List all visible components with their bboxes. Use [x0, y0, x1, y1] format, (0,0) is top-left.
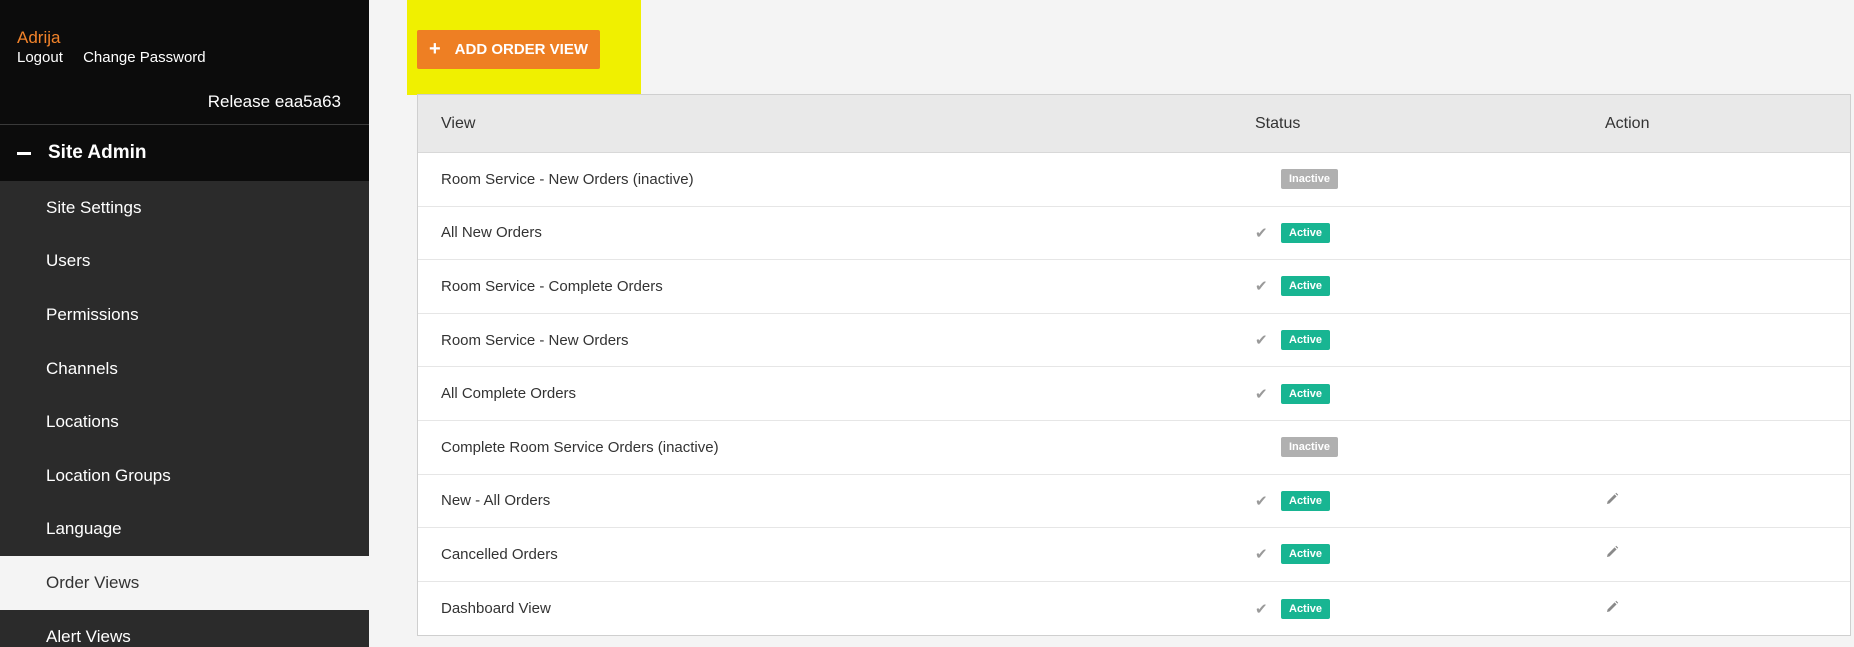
- check-icon: ✔: [1255, 600, 1268, 618]
- status-badge: Active: [1281, 383, 1331, 404]
- sidebar-item-label: Site Settings: [46, 197, 142, 217]
- header-action: Action: [1605, 114, 1650, 132]
- sidebar-item-channels[interactable]: Channels: [0, 341, 369, 396]
- table-row[interactable]: Complete Room Service Orders (inactive) I…: [418, 421, 1850, 475]
- site-admin-section-header[interactable]: Site Admin: [0, 125, 369, 181]
- user-links: Logout Change Password: [17, 49, 222, 66]
- table-row[interactable]: Cancelled Orders ✔ Active: [418, 528, 1850, 582]
- row-status: ✔ Active: [1255, 222, 1605, 243]
- minus-icon: [17, 151, 31, 155]
- check-icon: ✔: [1255, 332, 1268, 350]
- sidebar-nav: Site Settings Users Permissions Channels Loc…: [0, 181, 369, 647]
- status-badge: Inactive: [1281, 437, 1338, 458]
- sidebar-item-order-views[interactable]: Order Views: [0, 556, 369, 610]
- sidebar-item-label: Users: [46, 251, 91, 271]
- status-badge: Inactive: [1281, 169, 1338, 190]
- check-icon: ✔: [1255, 546, 1268, 564]
- row-status: Inactive: [1255, 169, 1605, 190]
- check-icon: ✔: [1255, 385, 1268, 403]
- row-status: ✔ Active: [1255, 544, 1605, 565]
- status-badge: Active: [1281, 598, 1331, 619]
- add-order-view-label: ADD ORDER VIEW: [454, 41, 589, 58]
- row-status: Inactive: [1255, 437, 1605, 458]
- release-label: Release eaa5a63: [207, 92, 341, 111]
- row-view-name: Complete Room Service Orders (inactive): [441, 438, 719, 456]
- table-row[interactable]: New - All Orders ✔ Active: [418, 475, 1850, 529]
- row-view-name: All New Orders: [441, 224, 542, 242]
- sidebar-item-label: Order Views: [46, 572, 140, 592]
- section-title: Site Admin: [48, 142, 147, 163]
- pencil-icon[interactable]: [1605, 545, 1619, 559]
- table-header: View Status Action: [418, 95, 1850, 153]
- row-status: ✔ Active: [1255, 276, 1605, 297]
- row-view-name: Cancelled Orders: [441, 545, 558, 563]
- status-badge: Active: [1281, 490, 1331, 511]
- header-view: View: [441, 114, 476, 132]
- main-content: + ADD ORDER VIEW View Status Action Room…: [369, 0, 1854, 647]
- check-icon: ✔: [1255, 492, 1268, 510]
- row-view-name: Room Service - New Orders: [441, 331, 629, 349]
- sidebar: Adrija Logout Change Password Release ea…: [0, 0, 369, 647]
- user-block: Adrija Logout Change Password Release ea…: [0, 0, 369, 125]
- status-badge: Active: [1281, 276, 1331, 297]
- add-order-view-button[interactable]: + ADD ORDER VIEW: [417, 30, 600, 69]
- table-body: Room Service - New Orders (inactive) Inac…: [418, 153, 1850, 635]
- row-view-name: Dashboard View: [441, 600, 551, 618]
- table-row[interactable]: Room Service - New Orders ✔ Active: [418, 314, 1850, 368]
- check-icon: ✔: [1255, 224, 1268, 242]
- row-status: ✔ Active: [1255, 490, 1605, 511]
- sidebar-item-label: Location Groups: [46, 465, 171, 485]
- sidebar-item-label: Locations: [46, 412, 119, 432]
- check-icon: ✔: [1255, 278, 1268, 296]
- status-badge: Active: [1281, 544, 1331, 565]
- table-row[interactable]: All Complete Orders ✔ Active: [418, 367, 1850, 421]
- table-row[interactable]: All New Orders ✔ Active: [418, 207, 1850, 261]
- sidebar-item-location-groups[interactable]: Location Groups: [0, 448, 369, 503]
- sidebar-item-locations[interactable]: Locations: [0, 395, 369, 449]
- sidebar-item-site-settings[interactable]: Site Settings: [0, 181, 369, 235]
- header-status: Status: [1255, 114, 1301, 132]
- logout-link[interactable]: Logout: [17, 49, 63, 66]
- plus-icon: +: [428, 38, 441, 60]
- pencil-icon[interactable]: [1605, 600, 1619, 614]
- row-action: [1605, 492, 1850, 510]
- sidebar-item-label: Channels: [46, 358, 118, 378]
- row-status: ✔ Active: [1255, 383, 1605, 404]
- sidebar-item-language[interactable]: Language: [0, 502, 369, 557]
- row-status: ✔ Active: [1255, 598, 1605, 619]
- row-status: ✔ Active: [1255, 330, 1605, 351]
- row-action: [1605, 600, 1850, 618]
- pencil-icon[interactable]: [1605, 492, 1619, 506]
- row-view-name: All Complete Orders: [441, 385, 577, 403]
- app: Adrija Logout Change Password Release ea…: [0, 0, 1854, 647]
- sidebar-item-permissions[interactable]: Permissions: [0, 288, 369, 342]
- table-row[interactable]: Dashboard View ✔ Active: [418, 582, 1850, 636]
- sidebar-item-label: Language: [46, 519, 122, 539]
- row-action: [1605, 545, 1850, 563]
- sidebar-item-users[interactable]: Users: [0, 234, 369, 289]
- order-views-table: View Status Action Room Service - New Or…: [417, 94, 1851, 637]
- user-name: Adrija: [17, 28, 61, 47]
- sidebar-item-alert-views[interactable]: Alert Views: [0, 609, 369, 647]
- change-password-link[interactable]: Change Password: [83, 49, 206, 66]
- sidebar-item-label: Alert Views: [46, 626, 131, 646]
- row-view-name: Room Service - Complete Orders: [441, 277, 663, 295]
- row-view-name: New - All Orders: [441, 492, 551, 510]
- status-badge: Active: [1281, 330, 1331, 351]
- table-row[interactable]: Room Service - Complete Orders ✔ Active: [418, 260, 1850, 314]
- sidebar-item-label: Permissions: [46, 304, 139, 324]
- table-row[interactable]: Room Service - New Orders (inactive) Inac…: [418, 153, 1850, 207]
- row-view-name: Room Service - New Orders (inactive): [441, 170, 694, 188]
- status-badge: Active: [1281, 222, 1331, 243]
